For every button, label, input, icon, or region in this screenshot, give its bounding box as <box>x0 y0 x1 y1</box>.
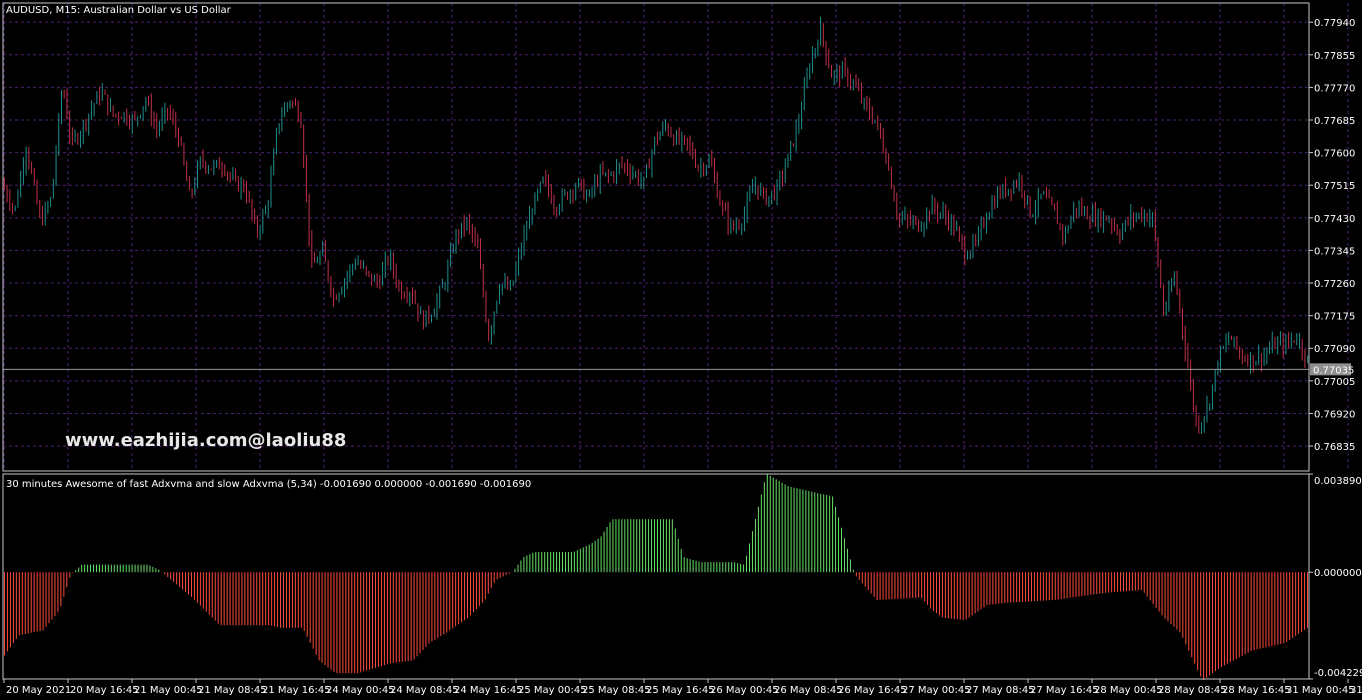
price-tick-label: 0.77090 <box>1314 344 1355 355</box>
time-tick-label: 28 May 16:45 <box>1222 685 1291 696</box>
watermark: www.eazhijia.com@laoliu88 <box>65 430 346 451</box>
price-tick-label: 0.77345 <box>1314 246 1355 257</box>
current-price-label: 0.77035 <box>1313 365 1354 376</box>
time-tick-label: 28 May 00:45 <box>1094 685 1163 696</box>
time-tick-label: 31 May 00:45 <box>1286 685 1355 696</box>
time-tick-label: 27 May 00:45 <box>902 685 971 696</box>
time-tick-label: 21 May 16:45 <box>262 685 331 696</box>
indicator-title: 30 minutes Awesome of fast Adxvma and sl… <box>6 479 531 490</box>
price-tick-label: 0.77175 <box>1314 312 1355 323</box>
symbol-title: AUDUSD, M15: Australian Dollar vs US Dol… <box>6 5 232 16</box>
time-tick-label: 21 May 00:45 <box>134 685 203 696</box>
indicator-tick-label: 0.003890 <box>1314 476 1362 487</box>
price-tick-label: 0.77770 <box>1314 83 1355 94</box>
time-tick-label: 25 May 16:45 <box>646 685 715 696</box>
time-tick-label: 20 May 2021 <box>6 685 71 696</box>
time-tick-label: 20 May 16:45 <box>70 685 139 696</box>
time-tick-label: 28 May 08:45 <box>1158 685 1227 696</box>
price-tick-label: 0.77855 <box>1314 51 1355 62</box>
time-tick-label: 24 May 08:45 <box>390 685 459 696</box>
price-tick-label: 0.77515 <box>1314 181 1355 192</box>
indicator-tick-label: -0.004229 <box>1314 668 1362 679</box>
time-tick-label: 26 May 00:45 <box>710 685 779 696</box>
price-tick-label: 0.77940 <box>1314 18 1355 29</box>
price-tick-label: 0.77005 <box>1314 377 1355 388</box>
time-tick-label: 27 May 16:45 <box>1030 685 1099 696</box>
chart-background <box>0 0 1362 700</box>
time-tick-label: 31 May 08:45 <box>1350 685 1362 696</box>
time-tick-label: 24 May 16:45 <box>454 685 523 696</box>
price-tick-label: 0.76835 <box>1314 442 1355 453</box>
time-tick-label: 25 May 08:45 <box>582 685 651 696</box>
time-tick-label: 25 May 00:45 <box>518 685 587 696</box>
time-tick-label: 26 May 16:45 <box>838 685 907 696</box>
price-tick-label: 0.76920 <box>1314 409 1355 420</box>
price-tick-label: 0.77685 <box>1314 116 1355 127</box>
time-tick-label: 26 May 08:45 <box>774 685 843 696</box>
time-tick-label: 27 May 08:45 <box>966 685 1035 696</box>
time-tick-label: 21 May 08:45 <box>198 685 267 696</box>
price-tick-label: 0.77260 <box>1314 279 1355 290</box>
indicator-tick-label: 0.000000 <box>1314 568 1362 579</box>
trading-chart[interactable]: 0.77940 0.77855 0.77770 0.77685 0.77600 0.775… <box>0 0 1362 700</box>
time-tick-label: 24 May 00:45 <box>326 685 395 696</box>
price-tick-label: 0.77600 <box>1314 149 1355 160</box>
price-tick-label: 0.77430 <box>1314 214 1355 225</box>
